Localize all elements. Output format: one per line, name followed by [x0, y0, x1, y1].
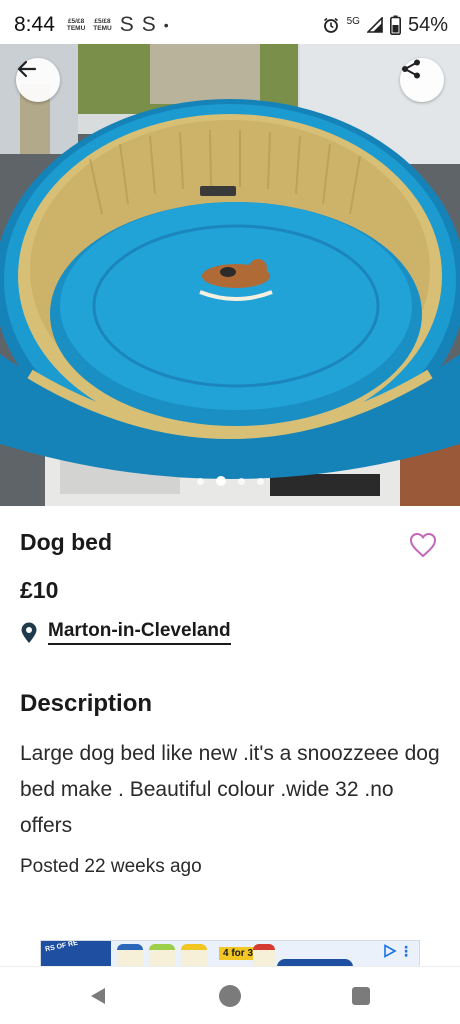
signal-icon [366, 17, 383, 33]
listing-price: £10 [20, 577, 59, 603]
nav-back-icon[interactable] [88, 986, 108, 1006]
temu-price: £5/£8 [67, 18, 85, 25]
status-time: 8:44 [14, 13, 55, 36]
nav-recents-icon[interactable] [352, 987, 370, 1005]
ad-product-jar [181, 944, 207, 967]
back-button[interactable] [16, 58, 60, 102]
listing-location[interactable]: Marton-in-Cleveland [20, 620, 231, 645]
gallery-dot-active[interactable] [215, 476, 226, 486]
listing-title: Dog bed [20, 529, 112, 555]
heart-outline-icon [409, 532, 437, 558]
alarm-icon [323, 17, 338, 33]
battery-percentage: 54% [407, 13, 448, 36]
listing-image-gallery[interactable] [0, 44, 460, 506]
back-arrow-icon [17, 60, 37, 78]
ad-product-jar [117, 944, 143, 967]
status-right-group: 5G 54% [322, 14, 448, 37]
location-link[interactable]: Marton-in-Cleveland [48, 620, 231, 645]
s-notification-icon: S [119, 13, 134, 36]
temu-notification-icon: £5/£8 TEMU [67, 18, 85, 32]
battery-icon [389, 15, 401, 35]
description-heading: Description [20, 690, 153, 717]
dog-bed-photo [0, 44, 460, 506]
share-button[interactable] [400, 58, 444, 102]
ad-banner[interactable]: RS OF RE 4 for 3 ⋮ [40, 940, 420, 968]
favorite-button[interactable] [406, 528, 440, 562]
temu-notification-icon: £5/£8 TEMU [93, 18, 111, 32]
gallery-dot[interactable] [256, 477, 264, 485]
gallery-pagination [0, 476, 460, 486]
ad-brand-area: RS OF RE [41, 940, 111, 967]
system-navigation-bar [0, 966, 460, 1024]
more-notifications-dot: • [163, 17, 169, 33]
gallery-dot[interactable] [237, 477, 245, 485]
ad-more-icon[interactable]: ⋮ [399, 943, 413, 960]
description-text: Large dog bed like new .it's a snoozzeee… [20, 742, 440, 837]
status-bar: 8:44 £5/£8 TEMU £5/£8 TEMU S S • 5G 54% [0, 0, 460, 50]
temu-label: TEMU [93, 25, 112, 32]
temu-label: TEMU [66, 25, 86, 32]
posted-date: Posted 22 weeks ago [20, 856, 202, 877]
share-icon [402, 59, 420, 79]
ad-choices-icon[interactable] [383, 944, 397, 958]
map-pin-icon [21, 622, 37, 643]
ad-arc-text: RS OF RE [44, 940, 79, 954]
ad-offer-badge: 4 for 3 [219, 947, 258, 960]
ad-product-jar [149, 944, 175, 967]
gallery-dot[interactable] [196, 477, 204, 485]
temu-price: £5/£8 [94, 18, 111, 25]
s-notification-icon: S [141, 13, 156, 36]
ad-product-jar [253, 944, 275, 967]
nav-home-icon[interactable] [219, 985, 241, 1007]
network-type: 5G [346, 15, 360, 27]
